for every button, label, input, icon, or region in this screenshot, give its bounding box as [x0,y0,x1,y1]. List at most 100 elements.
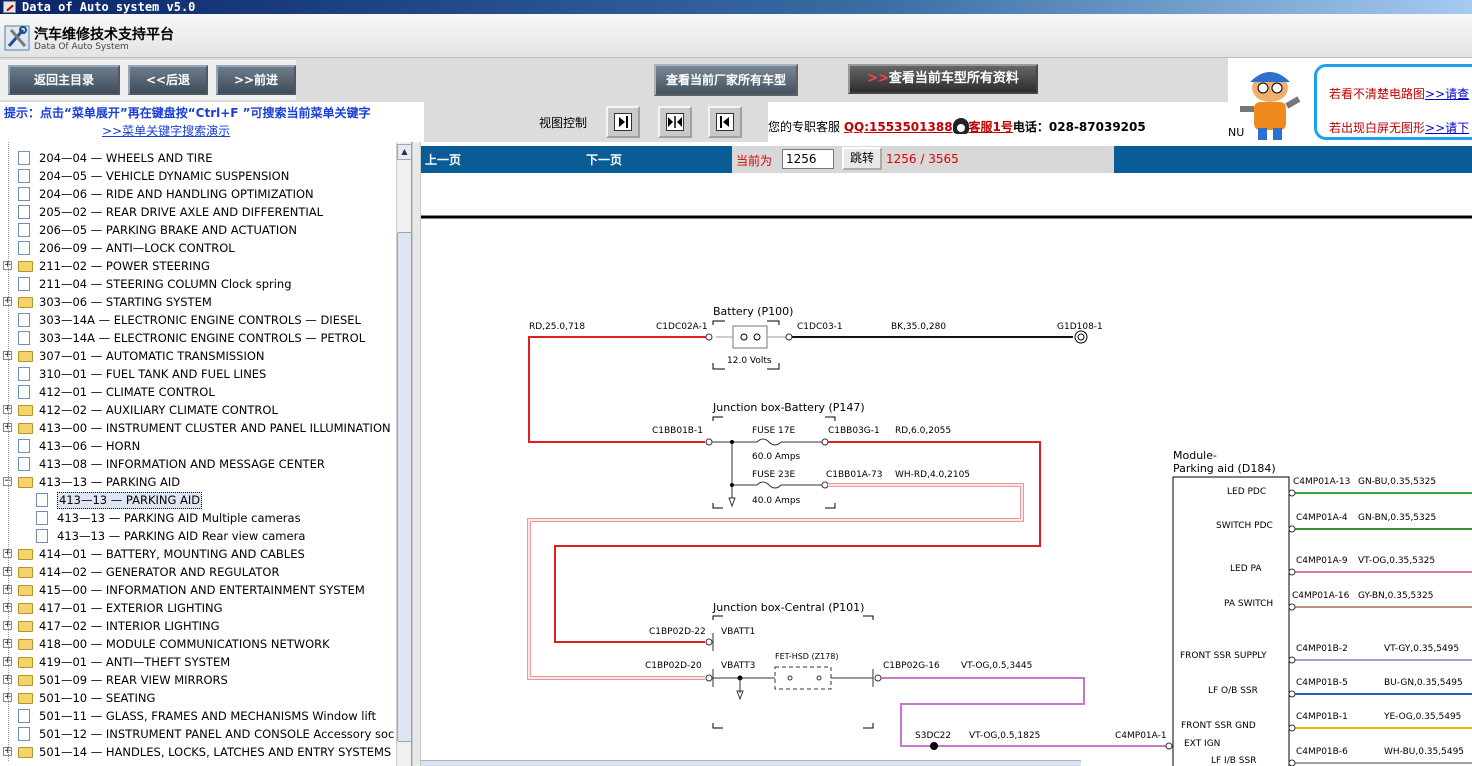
tree-item[interactable]: 412—01 — CLIMATE CONTROL [0,383,396,401]
help-link-1[interactable]: >>请查 [1425,87,1469,101]
tree-item[interactable]: +307—01 — AUTOMATIC TRANSMISSION [0,347,396,365]
ground-symbol-icon [1074,330,1088,344]
tree-item[interactable]: −413—13 — PARKING AID [0,473,396,491]
tree-item[interactable]: 413—13 — PARKING AID Multiple cameras [0,509,396,527]
tree-item-label: 204—06 — RIDE AND HANDLING OPTIMIZATION [39,187,314,201]
tree-item[interactable]: 204—05 — VEHICLE DYNAMIC SUSPENSION [0,167,396,185]
tree-item[interactable]: 204—06 — RIDE AND HANDLING OPTIMIZATION [0,185,396,203]
tree-item[interactable]: 211—04 — STEERING COLUMN Clock spring [0,275,396,293]
tree-item[interactable]: 205—02 — REAR DRIVE AXLE AND DIFFERENTIA… [0,203,396,221]
document-icon [18,439,30,453]
pin-pb6 [1288,759,1296,766]
tree-item-label: 211—02 — POWER STEERING [39,259,210,273]
tree-item[interactable]: 303—14A — ELECTRONIC ENGINE CONTROLS — D… [0,311,396,329]
folder-icon [18,657,33,668]
app-title: 汽车维修技术支持平台 [34,27,174,43]
app-icon [3,1,16,13]
tree-item[interactable]: +412—02 — AUXILIARY CLIMATE CONTROL [0,401,396,419]
tree-item[interactable]: +501—10 — SEATING [0,689,396,707]
tree-item[interactable]: 310—01 — FUEL TANK AND FUEL LINES [0,365,396,383]
qq-penguin-icon [952,118,969,134]
pink-fuse23-wire [527,483,1024,680]
service-agent-link[interactable]: 客服1号 [969,120,1013,134]
view-split-button[interactable] [658,106,692,138]
p16-label: C4MP01A-16 [1292,591,1350,601]
back-button[interactable]: <<后退 [128,65,208,95]
folder-icon [18,423,33,434]
qq-link[interactable]: QQ:1553501388 [844,120,953,134]
tree-item[interactable]: 413—13 — PARKING AID Rear view camera [0,527,396,545]
pin-c1bp02g16 [874,674,882,682]
help-banner: NU 若看不清楚电路图>>请查 若出现白屏无图形>>请下 [1228,58,1472,142]
tree-item[interactable]: 413—06 — HORN [0,437,396,455]
view-control: 视图控制 [424,102,768,142]
scroll-up-icon[interactable]: ▲ [397,144,411,160]
tree-item[interactable]: +501—14 — HANDLES, LOCKS, LATCHES AND EN… [0,743,396,761]
tree-item[interactable]: +415—00 — INFORMATION AND ENTERTAINMENT … [0,581,396,599]
battery-terminal-pos [753,333,761,341]
tree-item[interactable]: 206—05 — PARKING BRAKE AND ACTUATION [0,221,396,239]
tree-item[interactable]: 413—08 — INFORMATION AND MESSAGE CENTER [0,455,396,473]
document-icon [18,385,30,399]
prev-page-link[interactable]: 上一页 [425,151,461,168]
pin-c1bb01b [705,438,713,446]
arrows-center-icon [666,113,684,131]
tree-item[interactable]: +211—02 — POWER STEERING [0,257,396,275]
tree-item-label: 418—00 — MODULE COMMUNICATIONS NETWORK [39,637,330,651]
next-page-link[interactable]: 下一页 [586,151,622,168]
pb5-label: C4MP01B-5 [1296,678,1348,688]
s3dc22-label: S3DC22 [915,731,951,741]
tree-item[interactable]: +414—01 — BATTERY, MOUNTING AND CABLES [0,545,396,563]
c1bp02d22-label: C1BP02D-22 [649,627,706,637]
tree-item[interactable]: +501—09 — REAR VIEW MIRRORS [0,671,396,689]
w16-label: GY-BN,0.35,5325 [1358,591,1433,601]
view-collapse-left-button[interactable] [606,106,640,138]
forward-button[interactable]: >>前进 [216,65,296,95]
tree-item[interactable]: 501—11 — GLASS, FRAMES AND MECHANISMS Wi… [0,707,396,725]
tree-item[interactable]: 501—12 — INSTRUMENT PANEL AND CONSOLE Ac… [0,725,396,743]
page-number-input[interactable] [782,149,834,169]
rd6-label: RD,6.0,2055 [895,426,951,436]
tree-item-label: 417—01 — EXTERIOR LIGHTING [39,601,223,615]
folder-icon [18,675,33,686]
tree-item[interactable]: 206—09 — ANTI—LOCK CONTROL [0,239,396,257]
tree-item[interactable]: +417—02 — INTERIOR LIGHTING [0,617,396,635]
tree-item[interactable]: +413—00 — INSTRUMENT CLUSTER AND PANEL I… [0,419,396,437]
battery-cell [732,325,768,349]
pb2-label: C4MP01B-2 [1296,644,1348,654]
folder-icon [18,351,33,362]
tree-scrollbar[interactable]: ▲ [396,142,411,766]
tree-item[interactable]: +303—06 — STARTING SYSTEM [0,293,396,311]
panel-splitter[interactable] [412,142,421,766]
title-bar: Data of Auto system v5.0 [0,0,1472,14]
tree-item[interactable]: +417—01 — EXTERIOR LIGHTING [0,599,396,617]
scroll-thumb[interactable] [397,232,411,742]
view-expand-left-button[interactable] [708,106,742,138]
splice-s3dc22 [930,742,938,750]
pin-pb1 [1288,724,1296,732]
tools-logo-icon [4,25,30,51]
diagram-hscrollbar[interactable] [421,760,1081,766]
ground-symbol-inner [1077,333,1085,341]
document-icon [18,223,30,237]
home-button[interactable]: 返回主目录 [8,65,120,95]
all-model-data-button[interactable]: >>查看当前车型所有资料 [848,64,1038,94]
tree-item[interactable]: +418—00 — MODULE COMMUNICATIONS NETWORK [0,635,396,653]
help-link-2[interactable]: >>请下 [1425,121,1469,135]
tree-item[interactable]: +414—02 — GENERATOR AND REGULATOR [0,563,396,581]
tree-item-label: 413—13 — PARKING AID Rear view camera [57,529,306,543]
document-icon [18,187,30,201]
tree-item-label: 412—01 — CLIMATE CONTROL [39,385,215,399]
tree-item[interactable]: 303—14A — ELECTRONIC ENGINE CONTROLS — P… [0,329,396,347]
help-line-1-text: 若看不清楚电路图 [1329,87,1426,101]
search-demo-link[interactable]: >>菜单关键字搜索演示 [102,122,230,139]
manufacturer-models-button[interactable]: 查看当前厂家所有车型 [654,64,798,96]
tree-item-label: 310—01 — FUEL TANK AND FUEL LINES [39,367,267,381]
hint-row: 提示：点击“菜单展开”再在键盘按“Ctrl+F ”可搜索当前菜单关键字 >>菜单… [0,102,1228,142]
page-jump-button[interactable]: 跳转 [842,147,882,170]
tree-item-label: 204—05 — VEHICLE DYNAMIC SUSPENSION [39,169,290,183]
tree-item[interactable]: +419—01 — ANTI—THEFT SYSTEM [0,653,396,671]
tree-item[interactable]: 204—04 — WHEELS AND TIRE [0,149,396,167]
tree-item-label: 303—14A — ELECTRONIC ENGINE CONTROLS — P… [39,331,366,345]
tree-item[interactable]: 413—13 — PARKING AID [0,491,396,509]
